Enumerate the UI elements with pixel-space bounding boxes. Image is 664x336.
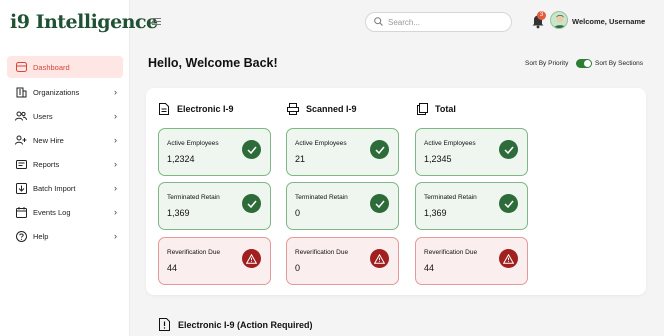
- check-icon: [499, 140, 518, 159]
- stat-label: Terminated Retain: [167, 194, 220, 201]
- chevron-down-icon[interactable]: ⌄: [640, 15, 647, 24]
- stat-card-terminated-retain[interactable]: Terminated Retain 0: [286, 182, 399, 230]
- stat-label: Reverification Due: [424, 249, 478, 256]
- column-header-electronic: Electronic I-9: [158, 102, 234, 115]
- stat-label: Reverification Due: [167, 249, 221, 256]
- sidebar-item-label: Reports: [33, 159, 60, 169]
- check-icon: [242, 194, 261, 213]
- sidebar-item-batch-import[interactable]: Batch Import ›: [7, 176, 123, 200]
- stat-label: Terminated Retain: [295, 194, 348, 201]
- stat-label: Reverification Due: [295, 249, 349, 256]
- sidebar-item-events-log[interactable]: Events Log ›: [7, 200, 123, 224]
- chevron-right-icon: ›: [114, 231, 117, 241]
- stat-value: 1,369: [167, 208, 190, 218]
- stat-value: 44: [167, 263, 178, 273]
- sidebar-nav: Dashboard Organizations › Users › New Hi…: [0, 56, 130, 248]
- building-icon: [15, 86, 27, 98]
- stat-value: 21: [295, 154, 306, 164]
- sidebar-item-dashboard[interactable]: Dashboard: [7, 56, 123, 78]
- check-icon: [499, 194, 518, 213]
- sidebar-item-label: Events Log: [33, 207, 71, 217]
- sidebar-item-new-hire[interactable]: New Hire ›: [7, 128, 123, 152]
- stat-value: 1,369: [424, 208, 447, 218]
- stat-value: 44: [424, 263, 435, 273]
- stat-value: 0: [295, 263, 301, 273]
- sidebar-item-label: Organizations: [33, 87, 80, 97]
- avatar[interactable]: [550, 11, 568, 29]
- stat-value: 1,2345: [424, 154, 452, 164]
- collapse-sidebar-icon[interactable]: [150, 15, 162, 27]
- stat-card-active-employees[interactable]: Active Employees 21: [286, 128, 399, 176]
- column-title: Total: [435, 103, 456, 114]
- sidebar: i9 Intelligence Dashboard Organizations …: [0, 0, 158, 336]
- chevron-right-icon: ›: [114, 183, 117, 193]
- stat-label: Active Employees: [295, 140, 347, 147]
- notification-badge: 3: [537, 11, 546, 20]
- sidebar-item-label: Dashboard: [33, 62, 70, 72]
- scanner-icon: [287, 102, 299, 115]
- stat-card-reverification-due[interactable]: Reverification Due 0: [286, 237, 399, 285]
- calendar-icon: [15, 206, 27, 218]
- chevron-right-icon: ›: [114, 159, 117, 169]
- chevron-right-icon: ›: [114, 111, 117, 121]
- warning-icon: [242, 249, 261, 268]
- column-title: Electronic I-9: [177, 103, 234, 114]
- chevron-right-icon: ›: [114, 207, 117, 217]
- brand-prefix: i9: [10, 11, 30, 33]
- warning-icon: [499, 249, 518, 268]
- page-title: Hello, Welcome Back!: [148, 56, 278, 70]
- sidebar-item-label: New Hire: [33, 135, 64, 145]
- dashboard-icon: [15, 61, 27, 73]
- sort-toggle[interactable]: [576, 59, 592, 68]
- stat-value: 0: [295, 208, 301, 218]
- stat-card-reverification-due[interactable]: Reverification Due 44: [415, 237, 528, 285]
- sort-by-sections-label[interactable]: Sort By Sections: [595, 60, 643, 67]
- column-title: Scanned I-9: [306, 103, 357, 114]
- sidebar-item-help[interactable]: Help ›: [7, 224, 123, 248]
- stat-card-terminated-retain[interactable]: Terminated Retain 1,369: [415, 182, 528, 230]
- column-header-scanned: Scanned I-9: [287, 102, 357, 115]
- alert-document-icon: [158, 318, 170, 331]
- document-icon: [158, 102, 170, 115]
- reports-icon: [15, 158, 27, 170]
- sort-by-priority-label[interactable]: Sort By Priority: [525, 60, 568, 67]
- sidebar-item-label: Users: [33, 111, 53, 121]
- warning-icon: [370, 249, 389, 268]
- chevron-right-icon: ›: [114, 87, 117, 97]
- stat-card-reverification-due[interactable]: Reverification Due 44: [158, 237, 271, 285]
- check-icon: [370, 194, 389, 213]
- sidebar-item-label: Batch Import: [33, 183, 76, 193]
- sidebar-item-organizations[interactable]: Organizations ›: [7, 80, 123, 104]
- stat-card-active-employees[interactable]: Active Employees 1,2324: [158, 128, 271, 176]
- welcome-username[interactable]: Welcome, Username: [572, 17, 645, 26]
- stat-value: 1,2324: [167, 154, 195, 164]
- stat-label: Active Employees: [167, 140, 219, 147]
- stat-card-active-employees[interactable]: Active Employees 1,2345: [415, 128, 528, 176]
- column-header-total: Total: [416, 102, 456, 115]
- action-required-header: Electronic I-9 (Action Required): [158, 318, 313, 331]
- stat-label: Active Employees: [424, 140, 476, 147]
- stat-card-terminated-retain[interactable]: Terminated Retain 1,369: [158, 182, 271, 230]
- copy-icon: [416, 102, 428, 115]
- section-title: Electronic I-9 (Action Required): [178, 319, 313, 330]
- help-icon: [15, 230, 27, 242]
- sidebar-item-reports[interactable]: Reports ›: [7, 152, 123, 176]
- search-icon: [374, 13, 383, 31]
- search-box[interactable]: [365, 12, 512, 32]
- users-icon: [15, 110, 27, 122]
- top-bar: 3 Welcome, Username ⌄: [131, 0, 664, 42]
- check-icon: [370, 140, 389, 159]
- import-icon: [15, 182, 27, 194]
- stat-label: Terminated Retain: [424, 194, 477, 201]
- check-icon: [242, 140, 261, 159]
- user-plus-icon: [15, 134, 27, 146]
- sidebar-item-users[interactable]: Users ›: [7, 104, 123, 128]
- search-input[interactable]: [388, 17, 498, 27]
- sidebar-item-label: Help: [33, 231, 49, 241]
- chevron-right-icon: ›: [114, 135, 117, 145]
